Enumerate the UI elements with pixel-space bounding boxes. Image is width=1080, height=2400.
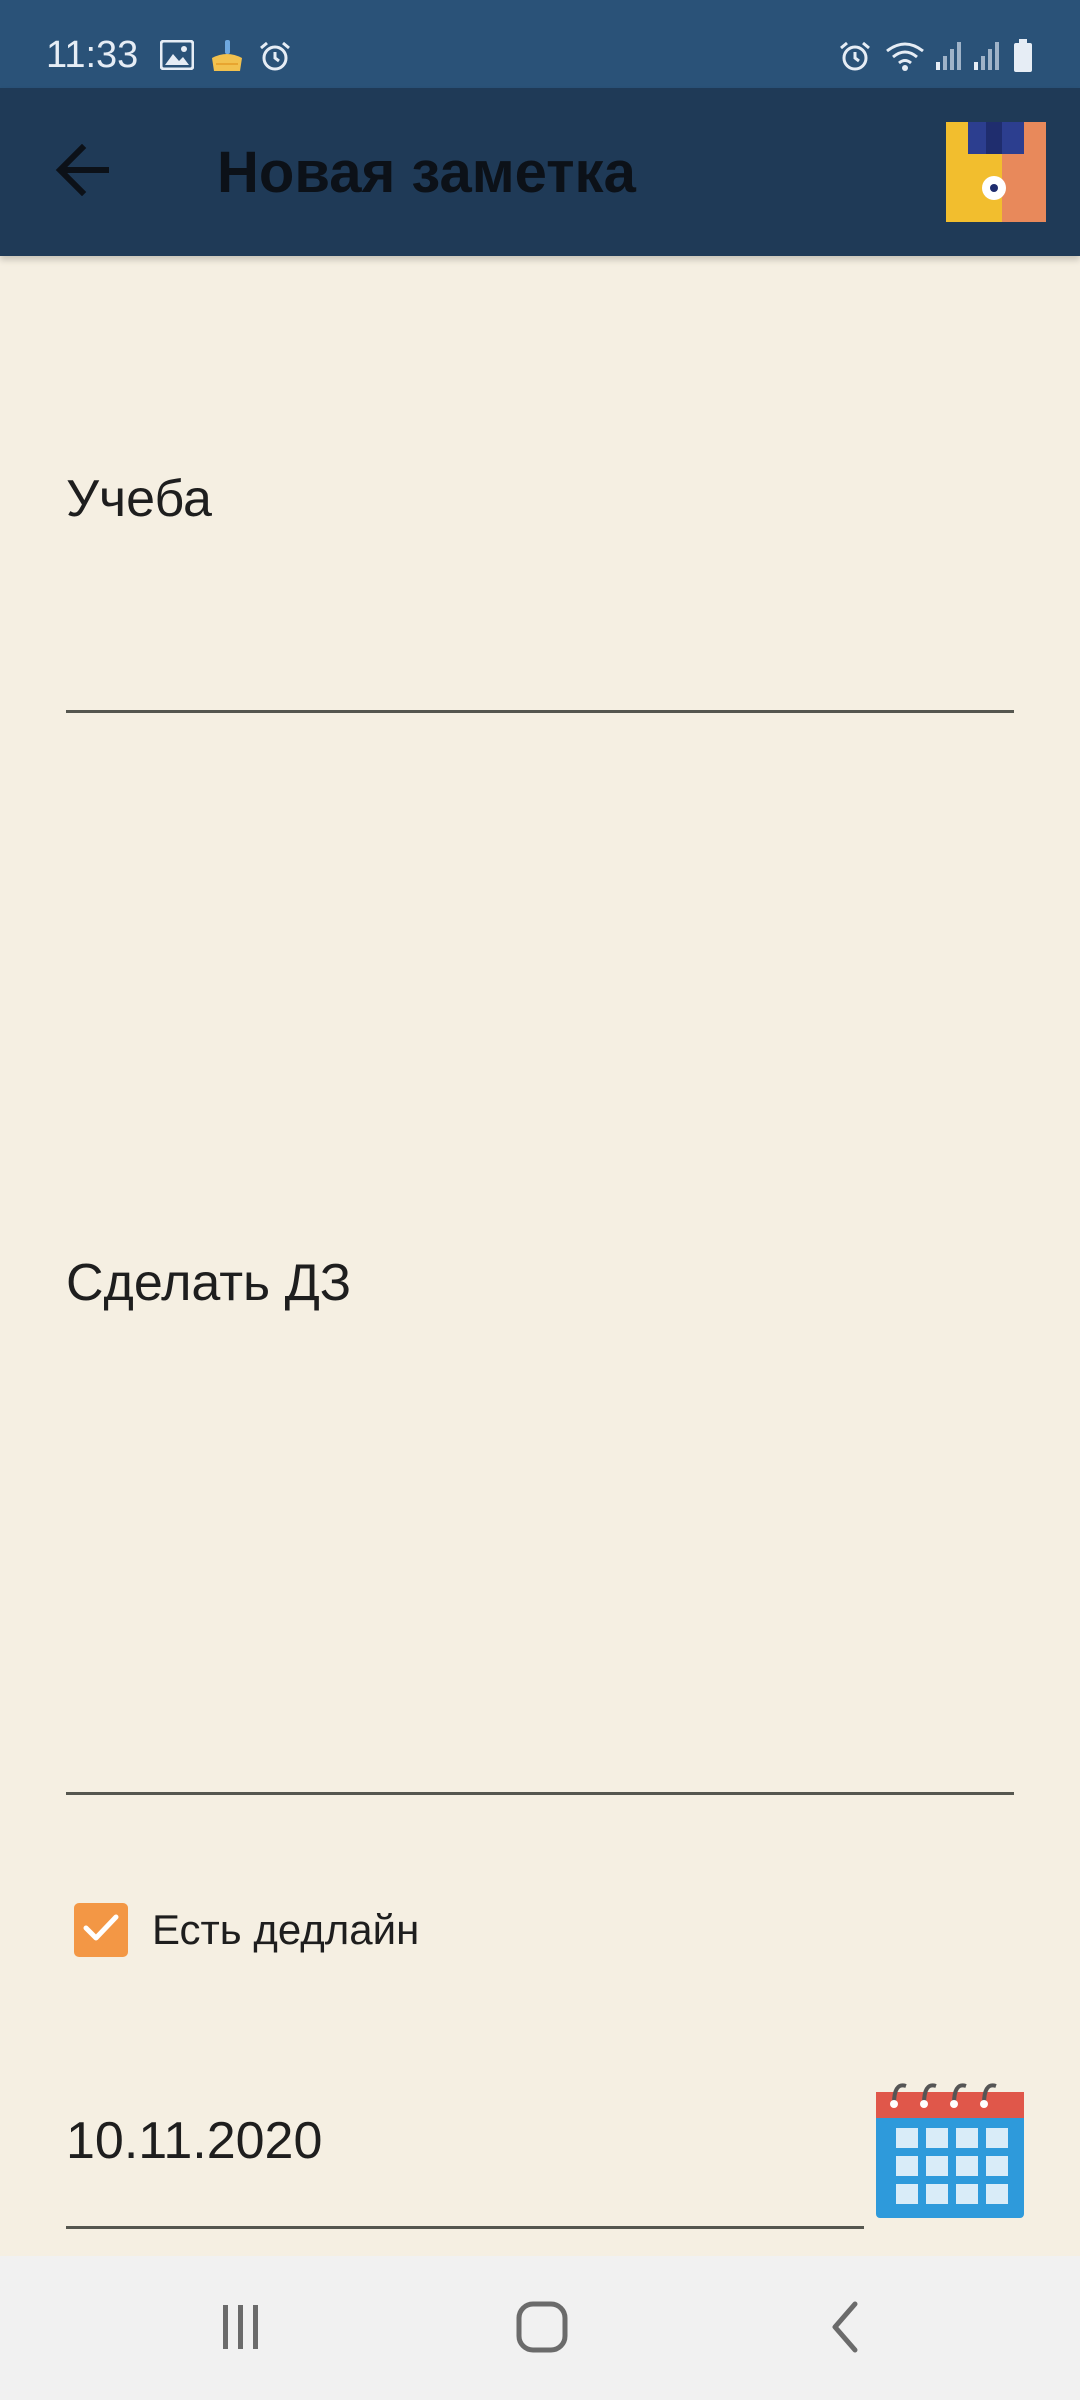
signal-icon [972, 40, 1002, 77]
back-button[interactable] [40, 130, 124, 214]
deadline-date-field[interactable]: 10.11.2020 [66, 2110, 866, 2232]
deadline-date-underline [66, 2226, 864, 2229]
app-bar: Новая заметка [0, 88, 1080, 256]
deadline-date-input[interactable]: 10.11.2020 [66, 2110, 322, 2172]
recent-apps-button[interactable] [196, 2284, 286, 2374]
note-title-underline [66, 710, 1014, 713]
status-time: 11:33 [46, 34, 139, 76]
nav-back-button[interactable] [800, 2284, 890, 2374]
cleaner-icon [208, 38, 246, 79]
alarm-icon [258, 40, 292, 77]
signal-icon [934, 40, 964, 77]
note-body-input[interactable]: Сделать ДЗ [66, 1252, 351, 1314]
calendar-button[interactable] [872, 2076, 1028, 2220]
back-icon [825, 2299, 865, 2360]
note-title-input[interactable]: Учеба [66, 468, 212, 530]
home-button[interactable] [497, 2284, 587, 2374]
status-bar: 11:33 [0, 0, 1080, 88]
arrow-back-icon [54, 143, 110, 201]
home-icon [514, 2299, 570, 2360]
wifi-icon [884, 40, 926, 77]
checkmark-icon [81, 1911, 121, 1950]
calendar-icon [872, 2083, 1028, 2224]
alarm-icon [838, 40, 872, 77]
battery-icon [1012, 38, 1034, 79]
deadline-checkbox[interactable] [74, 1903, 128, 1957]
deadline-checkbox-label: Есть дедлайн [152, 1906, 420, 1953]
note-body-underline [66, 1792, 1014, 1795]
floppy-disk-icon [946, 122, 1046, 226]
deadline-checkbox-row[interactable]: Есть дедлайн [74, 1902, 419, 1958]
image-icon [159, 39, 195, 75]
page-title: Новая заметка [217, 140, 636, 205]
system-nav-bar [0, 2256, 1080, 2400]
save-button[interactable] [946, 122, 1046, 222]
note-body-field[interactable]: Сделать ДЗ [66, 1244, 1014, 1796]
recent-apps-icon [216, 2302, 266, 2357]
note-title-field[interactable]: Учеба [66, 460, 1014, 716]
